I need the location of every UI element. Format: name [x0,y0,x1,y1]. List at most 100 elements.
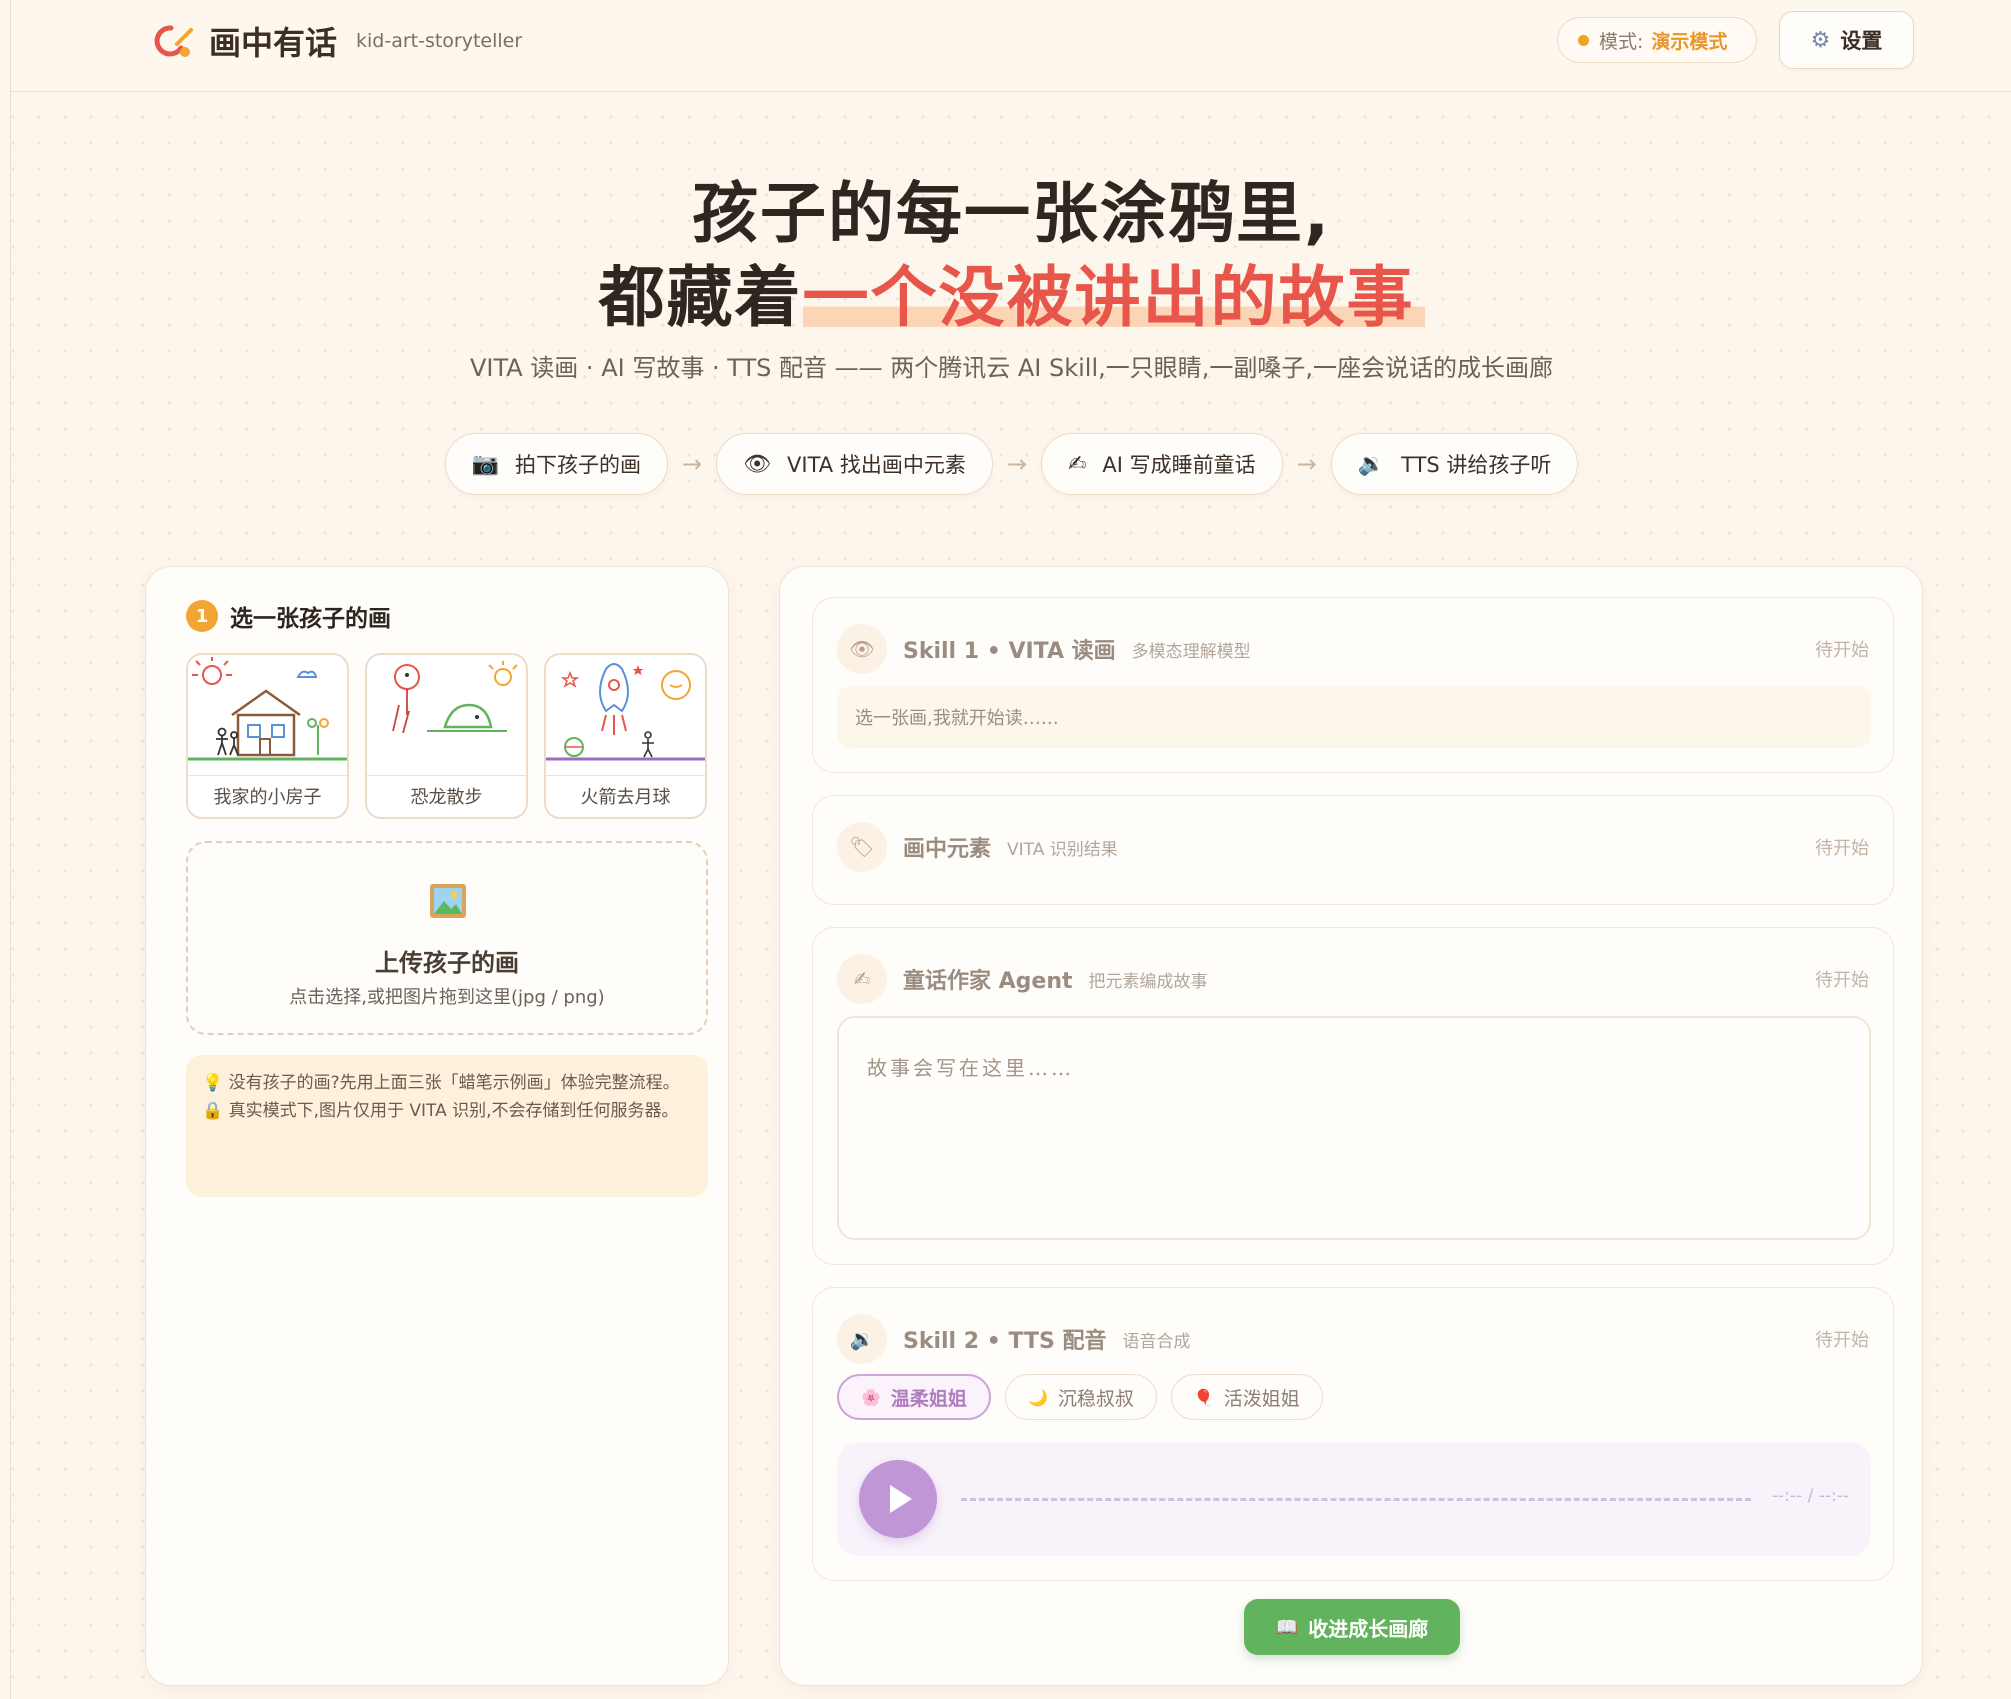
eye-icon: 👁 [743,451,772,477]
arrow-right-icon: → [1296,450,1317,478]
panel-title: Skill 2 • TTS 配音 [903,1329,1107,1354]
mode-dot-icon [1578,34,1589,46]
panel-subtitle: 把元素编成故事 [1088,971,1208,992]
mode-label: 模式: [1599,30,1644,53]
voice-lively-sister[interactable]: 🎈 活泼姐姐 [1170,1374,1323,1420]
panel-header: 🔉 Skill 2 • TTS 配音 语音合成 待开始 [837,1314,1869,1364]
voice-calm-uncle[interactable]: 🌙 沉稳叔叔 [1004,1374,1157,1420]
house-drawing-icon [188,657,347,761]
sample-dinosaur[interactable]: 恐龙散步 [365,653,528,819]
voice-selector: 🌸 温柔姐姐 🌙 沉稳叔叔 🎈 活泼姐姐 [837,1374,1323,1420]
rocket-drawing-icon [546,663,705,761]
gear-icon: ⚙ [1810,27,1831,53]
writer-panel: ✍ 童话作家 Agent 把元素编成故事 待开始 故事会写在这里…… [812,927,1894,1265]
logo-icon [154,25,193,57]
tag-icon: 🏷 [837,822,887,872]
tips-box: 💡 没有孩子的画?先用上面三张「蜡笔示例画」体验完整流程。 🔒 真实模式下,图片… [186,1055,708,1197]
vita-output: 选一张画,我就开始读…… [837,686,1871,748]
step-label: TTS 讲给孩子听 [1401,453,1552,477]
elements-panel: 🏷 画中元素 VITA 识别结果 待开始 [812,795,1894,905]
settings-label: 设置 [1840,29,1883,53]
upload-dropzone[interactable]: 上传孩子的画 点击选择,或把图片拖到这里(jpg / png) [186,841,708,1035]
voice-label: 活泼姐姐 [1223,1387,1300,1410]
app-frame: 画中有话 kid-art-storyteller 模式: 演示模式 ⚙ 设置 孩… [10,0,2011,1699]
skill2-panel: 🔉 Skill 2 • TTS 配音 语音合成 待开始 🌸 温柔姐姐 🌙 沉稳叔… [812,1287,1894,1581]
audio-player: --:-- / --:-- [837,1442,1871,1556]
thumb-divider [367,775,526,776]
status-badge: 待开始 [1815,640,1869,661]
upload-hint: 点击选择,或把图片拖到这里(jpg / png) [289,987,605,1008]
panel-header: ✍ 童话作家 Agent 把元素编成故事 待开始 [837,954,1869,1004]
collect-to-gallery-button[interactable]: 📖 收进成长画廊 [1244,1599,1460,1655]
audio-time: --:-- / --:-- [1771,1486,1849,1506]
status-badge: 待开始 [1815,970,1869,991]
tip-sample: 💡 没有孩子的画?先用上面三张「蜡笔示例画」体验完整流程。 [202,1073,680,1093]
arrow-right-icon: → [681,450,703,478]
panel-title: 画中元素 [903,837,992,862]
step-vita: 👁 VITA 找出画中元素 [716,433,993,495]
app-title: 画中有话 [209,24,338,62]
tip-privacy: 🔒 真实模式下,图片仅用于 VITA 识别,不会存储到任何服务器。 [202,1101,679,1121]
hero-title-line1: 孩子的每一张涂鸦里, [691,175,1332,252]
book-icon: 📖 [1275,1616,1299,1638]
moon-icon: 🌙 [1027,1387,1048,1407]
status-badge: 待开始 [1815,838,1869,859]
sample-house[interactable]: 我家的小房子 [186,653,349,819]
thumb-divider [546,775,705,776]
voice-gentle-sister[interactable]: 🌸 温柔姐姐 [837,1374,991,1420]
collect-label: 收进成长画廊 [1308,1616,1429,1641]
flow-steps: 📷 拍下孩子的画 → 👁 VITA 找出画中元素 → ✍ AI 写成睡前童话 →… [11,433,2011,495]
app-subtitle: kid-art-storyteller [356,30,523,52]
story-output[interactable]: 故事会写在这里…… [837,1016,1871,1240]
panel-title: Skill 1 • VITA 读画 [903,639,1116,664]
sample-thumbnails: 我家的小房子 恐龙散步 火箭去月球 [186,653,707,819]
hero-subtitle: VITA 读画 · AI 写故事 · TTS 配音 —— 两个腾讯云 AI Sk… [469,354,1554,382]
step-tts: 🔉 TTS 讲给孩子听 [1330,433,1579,495]
step-number-badge: 1 [186,600,218,632]
hero-title-highlight: 一个没被讲出的故事 [802,259,1425,336]
settings-button[interactable]: ⚙ 设置 [1779,11,1914,69]
panel-header: 🏷 画中元素 VITA 识别结果 待开始 [837,822,1869,872]
pipeline-card: 👁 Skill 1 • VITA 读画 多模态理解模型 待开始 选一张画,我就开… [779,566,1923,1686]
eye-icon: 👁 [837,624,887,674]
panel-title: 童话作家 Agent [903,969,1073,994]
status-badge: 待开始 [1815,1330,1869,1351]
mode-value: 演示模式 [1651,30,1728,53]
voice-label: 沉稳叔叔 [1057,1387,1134,1410]
play-button[interactable] [859,1460,937,1538]
hero-title-prefix: 都藏着 [598,259,803,336]
balloon-icon: 🎈 [1193,1387,1214,1407]
skill1-panel: 👁 Skill 1 • VITA 读画 多模态理解模型 待开始 选一张画,我就开… [812,597,1894,773]
camera-icon: 📷 [471,451,499,477]
speaker-icon: 🔉 [1357,451,1386,477]
sample-rocket[interactable]: 火箭去月球 [544,653,707,819]
flower-icon: 🌸 [861,1387,881,1407]
panel-subtitle: 语音合成 [1122,1331,1191,1352]
panel-header: 👁 Skill 1 • VITA 读画 多模态理解模型 待开始 [837,624,1869,674]
panel-subtitle: VITA 识别结果 [1007,839,1118,860]
panel-subtitle: 多模态理解模型 [1131,641,1251,662]
step-label: VITA 找出画中元素 [787,453,966,477]
arrow-right-icon: → [1006,450,1027,478]
writing-hand-icon: ✍ [837,954,887,1004]
voice-label: 温柔姐姐 [890,1387,967,1410]
writing-hand-icon: ✍ [1067,451,1087,477]
mode-indicator[interactable]: 模式: 演示模式 [1557,17,1757,63]
thumb-divider [188,775,347,776]
play-icon [890,1485,912,1513]
top-header: 画中有话 kid-art-storyteller 模式: 演示模式 ⚙ 设置 [11,0,2011,92]
sample-caption: 恐龙散步 [410,787,483,808]
step-label: 拍下孩子的画 [514,453,641,477]
framed-picture-icon [430,884,466,918]
sample-caption: 我家的小房子 [213,787,322,808]
sample-caption: 火箭去月球 [580,787,671,808]
speaker-icon: 🔉 [837,1314,887,1364]
upload-title: 上传孩子的画 [375,949,519,977]
audio-progress[interactable] [961,1498,1751,1501]
step-label: AI 写成睡前童话 [1102,453,1256,477]
hero-title-line2: 都藏着一个没被讲出的故事 [11,244,2011,340]
section-title: 1 选一张孩子的画 [186,599,391,633]
dinosaur-drawing-icon [392,661,518,734]
step-story: ✍ AI 写成睡前童话 [1040,433,1283,495]
picture-picker-card: 1 选一张孩子的画 我家的小房子 恐龙散步 火箭去月球 上传孩子的画 点击选择,… [145,566,729,1686]
